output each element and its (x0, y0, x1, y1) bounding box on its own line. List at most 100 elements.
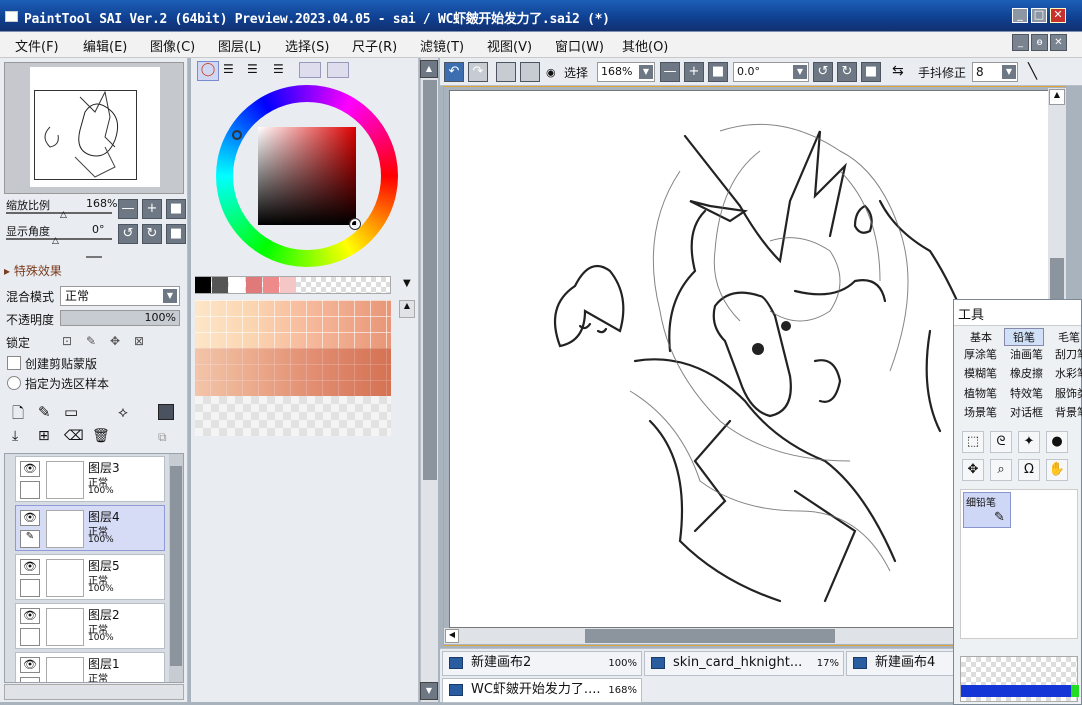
chevron-down-icon[interactable]: ▼ (403, 278, 411, 289)
color-picker-icon[interactable]: ● (1046, 431, 1068, 453)
layer-item[interactable]: 👁 图层5 正常 100% (15, 554, 165, 600)
layer-sub-icon[interactable] (20, 579, 40, 597)
rotate-reset-button[interactable]: ■ (166, 224, 186, 244)
zoom-select[interactable]: 168% ▼ (597, 62, 655, 82)
angle-slider[interactable] (6, 238, 112, 240)
clear-layer-icon[interactable]: ⌫ (64, 428, 84, 444)
layer-mask-icon[interactable] (158, 404, 174, 420)
brush-dialog[interactable]: 对话框 (1010, 404, 1043, 420)
stabilizer-select[interactable]: 8 ▼ (972, 62, 1018, 82)
brush-thick-paint[interactable]: 厚涂笔 (964, 346, 997, 362)
layer-sub-icon[interactable] (20, 481, 40, 499)
rect-select-icon[interactable]: ⬚ (962, 431, 984, 453)
layer-scroll-thumb[interactable] (170, 466, 182, 666)
menu-filter[interactable]: 滤镜(T) (420, 36, 464, 55)
rotate-right-button[interactable]: ↻ (837, 62, 857, 82)
angle-select[interactable]: 0.0° ▼ (733, 62, 809, 82)
maximize-button[interactable]: □ (1031, 8, 1047, 23)
brush-eraser[interactable]: 橡皮擦 (1010, 365, 1043, 381)
brush-watercolor[interactable]: 水彩笔 (1055, 365, 1082, 381)
swatch-gray[interactable] (212, 277, 228, 293)
color-palette-grid[interactable] (195, 300, 391, 396)
left-panels-scrollbar[interactable] (420, 58, 438, 702)
rotate-left-button[interactable]: ↺ (118, 224, 138, 244)
selection-sample-radio[interactable] (7, 376, 21, 390)
tab-current-file[interactable]: WC虾皴开始发力了.... 168% (442, 678, 642, 703)
rotate-icon[interactable]: Ω (1018, 459, 1040, 481)
layer-item[interactable]: 👁 图层3 正常 100% (15, 456, 165, 502)
zoom-out-button[interactable]: — (118, 199, 138, 219)
layer-hscrollbar[interactable] (4, 684, 184, 700)
lasso-icon[interactable]: ᘓ (990, 431, 1012, 453)
tab-skin-card[interactable]: skin_card_hknight... 17% (644, 651, 844, 676)
opacity-slider[interactable]: 100% (60, 310, 180, 326)
trash-icon[interactable]: 🗑 (92, 428, 110, 444)
brush-clothing[interactable]: 服饰类 (1055, 385, 1082, 401)
new-layer-icon[interactable]: 🗋 (12, 403, 24, 428)
scroll-left-button[interactable]: ◀ (445, 629, 459, 643)
swatch-salmon[interactable] (263, 277, 279, 293)
zoom-in-button[interactable]: + (684, 62, 704, 82)
tool-tab-brush[interactable]: 毛笔 (1058, 329, 1080, 345)
visibility-eye-icon[interactable]: 👁 (20, 461, 40, 477)
visibility-eye-icon[interactable]: 👁 (20, 608, 40, 624)
blend-mode-select[interactable]: 正常 ▼ (60, 286, 180, 306)
rotate-reset-button[interactable]: ■ (861, 62, 881, 82)
panels-scroll-up[interactable]: ▲ (420, 60, 438, 78)
scroll-up-button[interactable]: ▲ (1049, 89, 1065, 105)
layer-list-scrollbar[interactable] (169, 454, 183, 682)
close-button[interactable]: ✕ (1050, 8, 1066, 23)
menu-other[interactable]: 其他(O) (622, 36, 668, 55)
brush-slot-fine-pencil[interactable]: 细铅笔 ✎ (963, 492, 1011, 528)
layer-item[interactable]: 👁 图层2 正常 100% (15, 603, 165, 649)
hand-icon[interactable]: ✋ (1046, 459, 1068, 481)
lock-all-icon[interactable]: ⊠ (134, 334, 144, 348)
clip-mask-checkbox[interactable] (7, 356, 21, 370)
visibility-eye-icon[interactable]: 👁 (20, 657, 40, 673)
lock-paint-icon[interactable]: ✎ (86, 334, 96, 348)
menu-view[interactable]: 视图(V) (487, 36, 532, 55)
brush-plant[interactable]: 植物笔 (964, 385, 997, 401)
palette-scroll-up[interactable]: ▲ (399, 300, 415, 318)
color-wheel-tab-icon[interactable]: ◯ (197, 61, 219, 81)
merge-down-icon[interactable]: ⤓ (12, 428, 18, 444)
mixer-tab-icon[interactable]: ☰ (273, 62, 284, 76)
hsv-slider-tab-icon[interactable]: ☰ (247, 62, 258, 76)
menu-image[interactable]: 图像(C) (150, 36, 195, 55)
zoom-slider-thumb[interactable]: △ (60, 210, 67, 220)
selection-visible-icon[interactable]: ◉ (546, 66, 556, 79)
brush-blur[interactable]: 模糊笔 (964, 365, 997, 381)
color-cursor[interactable] (349, 218, 361, 230)
minimize-button[interactable]: _ (1012, 8, 1028, 23)
deselect-icon[interactable] (496, 62, 516, 82)
layer-sub-icon[interactable] (20, 628, 40, 646)
tab-canvas2[interactable]: 新建画布2 100% (442, 651, 642, 676)
tools-title[interactable]: 工具 (954, 300, 1081, 326)
layer-sub-icon[interactable] (20, 677, 40, 682)
zoom-reset-button[interactable]: ■ (708, 62, 728, 82)
layer-item-selected[interactable]: 👁 ✎ 图层4 正常 100% (15, 505, 165, 551)
invert-selection-icon[interactable] (520, 62, 540, 82)
transfer-down-icon[interactable]: ⊞ (38, 428, 50, 444)
brush-scene[interactable]: 场景笔 (964, 404, 997, 420)
menu-ruler[interactable]: 尺子(R) (352, 36, 397, 55)
angle-slider-thumb[interactable]: △ (52, 236, 59, 246)
tool-tab-basic[interactable]: 基本 (970, 329, 992, 345)
panel-splitter[interactable] (86, 256, 102, 258)
menu-file[interactable]: 文件(F) (15, 36, 59, 55)
scratchpad-tab-icon[interactable] (327, 62, 349, 78)
rotate-right-button[interactable]: ↻ (142, 224, 162, 244)
zoom-icon[interactable]: ⌕ (990, 459, 1012, 481)
layer-extra-icon[interactable]: ⧉ (158, 430, 167, 445)
redo-icon[interactable]: ↷ (468, 62, 488, 82)
layer-item[interactable]: 👁 图层1 正常 (15, 652, 165, 682)
menu-window[interactable]: 窗口(W) (555, 36, 604, 55)
zoom-reset-button[interactable]: ■ (166, 199, 186, 219)
move-icon[interactable]: ✥ (962, 459, 984, 481)
tab-canvas4[interactable]: 新建画布4 (846, 651, 956, 676)
magic-wand-icon[interactable]: ✦ (1018, 431, 1040, 453)
doc-close-button[interactable]: ✕ (1050, 34, 1067, 51)
swatch-white[interactable] (229, 277, 245, 293)
pencil-icon[interactable]: ✎ (20, 530, 40, 548)
effects-icon[interactable]: ⟡ (118, 403, 128, 421)
